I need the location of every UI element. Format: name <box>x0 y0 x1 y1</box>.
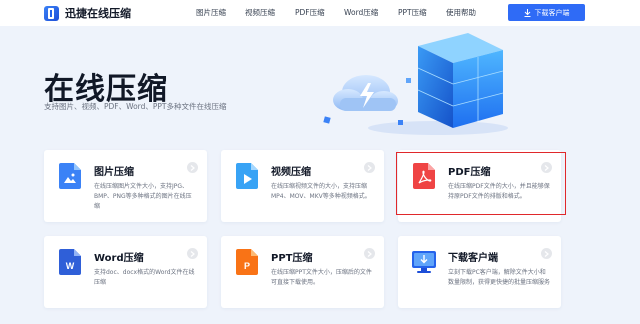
chevron-right-icon[interactable] <box>187 162 198 173</box>
card-word-compress[interactable]: W Word压缩 支持doc、docx格式的Word文件在线压缩 <box>44 236 207 308</box>
brand-logo[interactable]: 迅捷在线压缩 <box>44 5 131 21</box>
chevron-right-icon[interactable] <box>541 162 552 173</box>
word-file-icon: W <box>59 249 81 275</box>
card-title: 图片压缩 <box>94 167 134 178</box>
nav-help[interactable]: 使用帮助 <box>446 0 476 26</box>
nav-ppt-compress[interactable]: PPT压缩 <box>398 0 427 26</box>
desktop-download-icon <box>412 251 436 273</box>
chevron-right-icon[interactable] <box>364 162 375 173</box>
card-title: PPT压缩 <box>271 253 313 264</box>
cloud-cube-illustration <box>323 33 508 135</box>
card-image-compress[interactable]: 图片压缩 在线压缩图片文件大小，支持JPG、BMP、PNG等多种格式的图片在线压… <box>44 150 207 222</box>
chevron-right-icon[interactable] <box>187 248 198 259</box>
card-description: 立刻下载PC客户端，解除文件大小和数量限制，获得更快捷的批量压缩服务 <box>448 269 551 286</box>
card-title: 下载客户端 <box>448 253 498 264</box>
card-download-client[interactable]: 下载客户端 立刻下载PC客户端，解除文件大小和数量限制，获得更快捷的批量压缩服务 <box>398 236 561 308</box>
card-description: 在线压缩图片文件大小，支持JPG、BMP、PNG等多种格式的图片在线压缩 <box>94 183 192 210</box>
pdf-file-icon <box>413 163 435 189</box>
card-title: PDF压缩 <box>448 167 491 178</box>
svg-text:W: W <box>66 261 75 271</box>
ppt-file-icon: P <box>236 249 258 275</box>
brand-name: 迅捷在线压缩 <box>65 7 131 20</box>
download-client-label: 下载客户端 <box>534 8 570 17</box>
card-description: 在线压缩视频文件的大小，支持压缩MP4、MOV、MKV等多种视频格式。 <box>271 183 371 200</box>
card-title: 视频压缩 <box>271 167 311 178</box>
top-header: 迅捷在线压缩 图片压缩 视频压缩 PDF压缩 Word压缩 PPT压缩 使用帮助… <box>0 0 640 26</box>
page-subtitle: 支持图片、视频、PDF、Word、PPT多种文件在线压缩 <box>44 102 227 111</box>
svg-text:P: P <box>244 261 250 271</box>
card-description: 在线压缩PPT文件大小，压缩后的文件可直接下载使用。 <box>271 269 372 286</box>
card-description: 支持doc、docx格式的Word文件在线压缩 <box>94 269 195 286</box>
download-client-button[interactable]: 下载客户端 <box>508 4 585 21</box>
card-video-compress[interactable]: 视频压缩 在线压缩视频文件的大小，支持压缩MP4、MOV、MKV等多种视频格式。 <box>221 150 384 222</box>
chevron-right-icon[interactable] <box>541 248 552 259</box>
download-icon <box>524 8 530 17</box>
nav-video-compress[interactable]: 视频压缩 <box>245 0 275 26</box>
image-file-icon <box>59 163 81 189</box>
card-description: 在线压缩PDF文件的大小，并且能够保持原PDF文件的排版和格式。 <box>448 183 550 200</box>
zip-logo-icon <box>44 5 59 21</box>
chevron-right-icon[interactable] <box>364 248 375 259</box>
nav-pdf-compress[interactable]: PDF压缩 <box>295 0 325 26</box>
video-file-icon <box>236 163 258 189</box>
nav-word-compress[interactable]: Word压缩 <box>344 0 378 26</box>
nav-image-compress[interactable]: 图片压缩 <box>196 0 226 26</box>
card-title: Word压缩 <box>94 253 144 264</box>
card-pdf-compress[interactable]: PDF压缩 在线压缩PDF文件的大小，并且能够保持原PDF文件的排版和格式。 <box>398 150 561 222</box>
card-ppt-compress[interactable]: P PPT压缩 在线压缩PPT文件大小，压缩后的文件可直接下载使用。 <box>221 236 384 308</box>
